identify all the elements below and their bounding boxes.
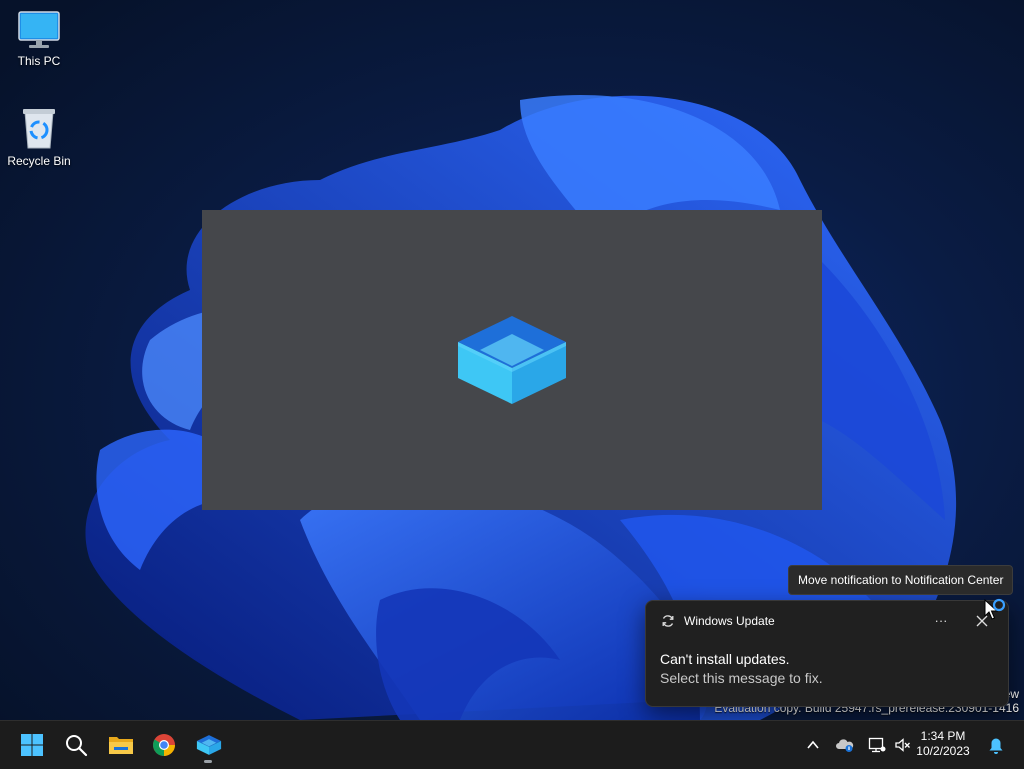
- file-explorer-button[interactable]: [100, 725, 140, 765]
- clock-time: 1:34 PM: [920, 729, 966, 743]
- refresh-icon: [662, 615, 674, 627]
- mouse-cursor-icon: [984, 598, 1006, 620]
- windows-sandbox-taskbar-button[interactable]: [188, 725, 228, 765]
- search-icon: [66, 735, 88, 757]
- running-indicator: [204, 760, 212, 763]
- start-button[interactable]: [12, 725, 52, 765]
- notification-title: Can't install updates.: [660, 651, 790, 667]
- onedrive-status-button[interactable]: [832, 729, 856, 761]
- notification-app-name: Windows Update: [684, 614, 775, 628]
- volume-button[interactable]: [890, 729, 914, 761]
- chrome-icon: [153, 734, 175, 756]
- desktop-icon-label: Recycle Bin: [7, 154, 71, 168]
- monitor-icon: [18, 11, 60, 48]
- desktop-icon-recycle-bin[interactable]: Recycle Bin: [1, 106, 77, 168]
- chrome-button[interactable]: [144, 725, 184, 765]
- chevron-up-icon: [807, 740, 819, 749]
- speaker-muted-icon: [895, 738, 910, 752]
- notification-more-button[interactable]: ···: [930, 610, 952, 632]
- network-icon: [868, 737, 886, 753]
- file-explorer-icon: [109, 737, 133, 754]
- desktop-icon-this-pc[interactable]: This PC: [1, 10, 77, 68]
- taskbar: 1:34 PM 10/2/2023: [0, 720, 1024, 769]
- show-hidden-icons-button[interactable]: [801, 729, 825, 761]
- notification-body: Select this message to fix.: [660, 670, 823, 686]
- recycle-bin-icon: [23, 109, 55, 149]
- clock-date: 10/2/2023: [916, 744, 970, 758]
- notification-center-button[interactable]: [984, 729, 1008, 761]
- desktop-icon-label: This PC: [17, 54, 61, 68]
- windows-sandbox-icon: [458, 316, 566, 404]
- bell-icon: [989, 738, 1003, 754]
- taskbar-clock[interactable]: 1:34 PM 10/2/2023: [914, 729, 972, 759]
- windows-sandbox-icon: [196, 735, 222, 755]
- notification-toast[interactable]: Windows Update ··· Can't install updates…: [645, 600, 1009, 707]
- search-button[interactable]: [56, 725, 96, 765]
- start-icon: [21, 734, 43, 756]
- network-status-button[interactable]: [864, 729, 888, 761]
- tooltip: Move notification to Notification Center: [788, 565, 1014, 595]
- onedrive-icon: [836, 739, 854, 752]
